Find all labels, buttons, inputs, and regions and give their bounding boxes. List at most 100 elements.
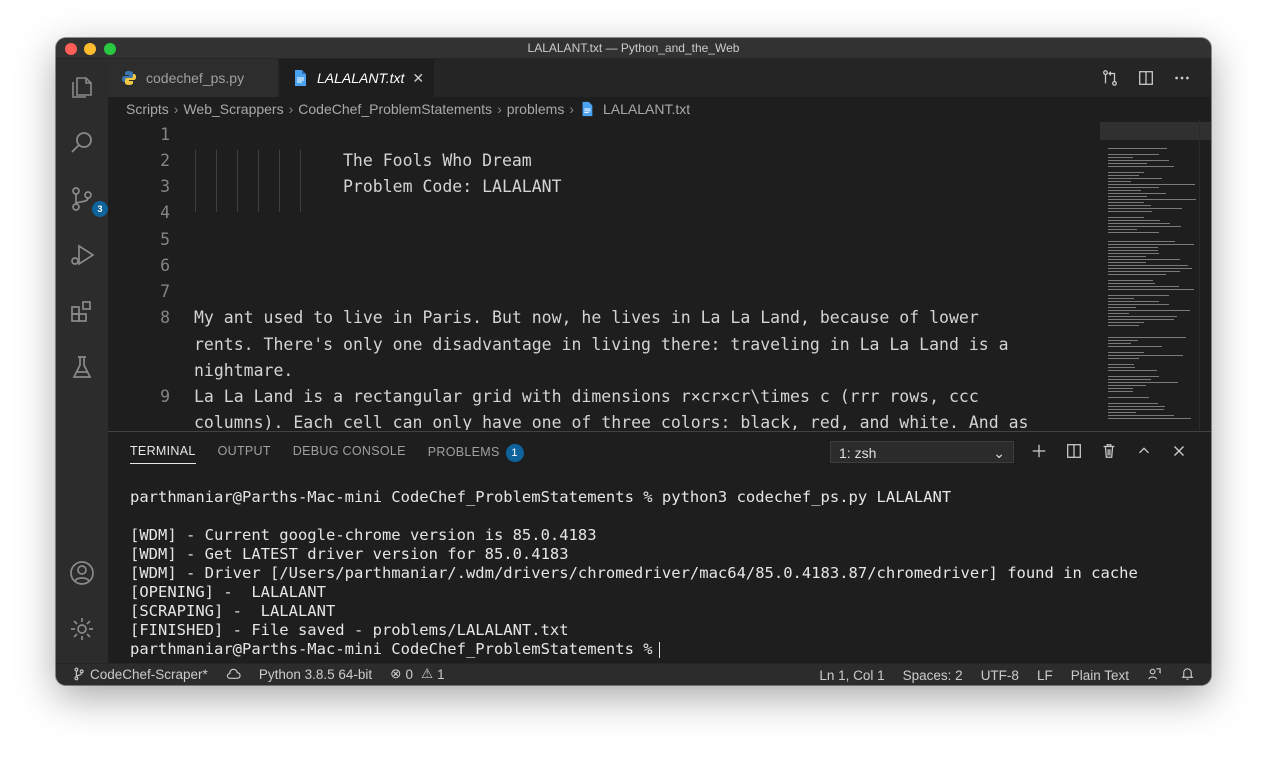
language-mode[interactable]: Plain Text bbox=[1071, 668, 1129, 683]
sync-status[interactable] bbox=[226, 667, 241, 682]
split-editor-icon[interactable] bbox=[1135, 67, 1157, 89]
minimap-line bbox=[1108, 253, 1159, 254]
terminal-line: parthmaniar@Parths-Mac-mini CodeChef_Pro… bbox=[130, 488, 952, 506]
indent-guide bbox=[237, 150, 238, 212]
minimap[interactable] bbox=[1100, 120, 1196, 430]
cursor-position[interactable]: Ln 1, Col 1 bbox=[819, 668, 884, 683]
code-line: La La Land is a rectangular grid with di… bbox=[194, 387, 979, 406]
encoding[interactable]: UTF-8 bbox=[981, 668, 1019, 683]
source-control-icon[interactable]: 3 bbox=[66, 183, 108, 217]
breadcrumb-item[interactable]: problems bbox=[507, 101, 565, 117]
more-actions-icon[interactable] bbox=[1171, 67, 1193, 89]
bottom-panel: TERMINAL OUTPUT DEBUG CONSOLE PROBLEMS 1 … bbox=[108, 431, 1211, 664]
end-of-line[interactable]: LF bbox=[1037, 668, 1053, 683]
terminal-select[interactable]: 1: zsh ⌄ bbox=[830, 441, 1014, 463]
tab-output[interactable]: OUTPUT bbox=[218, 444, 271, 464]
minimap-line bbox=[1108, 211, 1152, 212]
feedback-icon[interactable] bbox=[1147, 666, 1162, 684]
notifications-bell-icon[interactable] bbox=[1180, 666, 1195, 684]
minimap-line bbox=[1108, 271, 1180, 272]
tab-label: codechef_ps.py bbox=[146, 70, 245, 86]
minimap-line bbox=[1108, 166, 1174, 167]
editor-tabs: codechef_ps.py LALALANT.txt ✕ bbox=[108, 59, 1211, 97]
indentation[interactable]: Spaces: 2 bbox=[903, 668, 963, 683]
minimap-line bbox=[1108, 190, 1141, 191]
minimap-line bbox=[1108, 316, 1177, 317]
minimap-line bbox=[1108, 229, 1137, 230]
breadcrumb-item[interactable]: Scripts bbox=[126, 101, 169, 117]
indent-guide bbox=[258, 150, 259, 212]
minimap-line bbox=[1108, 406, 1165, 407]
text-file-icon bbox=[291, 69, 309, 87]
terminal-line: [WDM] - Current google-chrome version is… bbox=[130, 526, 597, 544]
python-file-icon bbox=[120, 69, 138, 87]
text-editor[interactable]: 1 2 3 4 5 6 7 8 9 The Fools Who Dream Pr… bbox=[108, 120, 1098, 430]
branch-status[interactable]: CodeChef-Scraper* bbox=[72, 667, 208, 682]
python-interpreter[interactable]: Python 3.8.5 64-bit bbox=[259, 667, 372, 682]
minimap-line bbox=[1108, 280, 1153, 281]
breadcrumb-item[interactable]: LALALANT.txt bbox=[603, 101, 690, 117]
breadcrumb: Scripts › Web_Scrappers › CodeChef_Probl… bbox=[126, 101, 690, 117]
minimap-line bbox=[1108, 337, 1186, 338]
editor-scrollbar[interactable] bbox=[1199, 120, 1211, 430]
code-line: nightmare. bbox=[194, 361, 294, 380]
minimap-line bbox=[1108, 283, 1155, 284]
breadcrumb-item[interactable]: Web_Scrappers bbox=[183, 101, 283, 117]
settings-gear-icon[interactable] bbox=[66, 613, 98, 645]
testing-icon[interactable] bbox=[66, 351, 98, 383]
minimap-line bbox=[1108, 295, 1169, 296]
error-count: 0 bbox=[405, 666, 413, 682]
minimap-line bbox=[1108, 358, 1139, 359]
tab-debug-console[interactable]: DEBUG CONSOLE bbox=[293, 444, 406, 464]
terminal-line: [SCRAPING] - LALALANT bbox=[130, 602, 336, 620]
minimap-line bbox=[1108, 376, 1159, 377]
search-icon[interactable] bbox=[66, 127, 98, 159]
extensions-icon[interactable] bbox=[66, 295, 98, 327]
maximize-panel-icon[interactable] bbox=[1133, 440, 1155, 462]
minimap-line bbox=[1108, 343, 1131, 344]
split-terminal-icon[interactable] bbox=[1063, 440, 1085, 462]
minimap-line bbox=[1108, 289, 1194, 290]
breadcrumb-item[interactable]: CodeChef_ProblemStatements bbox=[298, 101, 492, 117]
minimap-line bbox=[1108, 301, 1159, 302]
tab-label: LALALANT.txt bbox=[317, 70, 405, 86]
line-number: 2 bbox=[160, 151, 170, 170]
tab-lalalant-txt[interactable]: LALALANT.txt ✕ bbox=[279, 59, 434, 97]
terminal-line: [OPENING] - LALALANT bbox=[130, 583, 326, 601]
tab-problems[interactable]: PROBLEMS 1 bbox=[428, 444, 524, 464]
scm-badge: 3 bbox=[92, 201, 108, 217]
tab-codechef-ps-py[interactable]: codechef_ps.py bbox=[108, 59, 278, 97]
branch-name: CodeChef-Scraper* bbox=[90, 666, 208, 682]
minimap-line bbox=[1108, 148, 1167, 149]
minimap-line bbox=[1108, 286, 1179, 287]
terminal-line: [FINISHED] - File saved - problems/LALAL… bbox=[130, 621, 569, 639]
git-branch-icon bbox=[74, 667, 84, 681]
trash-icon[interactable] bbox=[1098, 440, 1120, 462]
explorer-icon[interactable] bbox=[66, 71, 98, 103]
account-icon[interactable] bbox=[66, 557, 98, 589]
close-panel-icon[interactable] bbox=[1168, 440, 1190, 462]
minimap-line bbox=[1108, 256, 1146, 257]
minimap-line bbox=[1108, 265, 1188, 266]
code-line: My ant used to live in Paris. But now, h… bbox=[194, 308, 979, 327]
chevron-down-icon: ⌄ bbox=[993, 445, 1005, 461]
minimap-line bbox=[1108, 382, 1178, 383]
minimap-line bbox=[1108, 178, 1162, 179]
open-changes-icon[interactable] bbox=[1099, 67, 1121, 89]
terminal-cursor bbox=[658, 641, 660, 658]
minimap-line bbox=[1108, 340, 1138, 341]
problems-status[interactable]: ⊗ 0 ⚠ 1 bbox=[390, 666, 444, 682]
terminal-prompt: parthmaniar@Parths-Mac-mini CodeChef_Pro… bbox=[130, 640, 653, 658]
run-debug-icon[interactable] bbox=[66, 239, 98, 271]
tab-close-icon[interactable]: ✕ bbox=[412, 70, 424, 87]
code-line: Problem Code: LALALANT bbox=[343, 177, 562, 196]
warning-count: 1 bbox=[437, 666, 445, 682]
minimap-line bbox=[1108, 175, 1139, 176]
minimap-line bbox=[1108, 403, 1158, 404]
terminal-output[interactable]: parthmaniar@Parths-Mac-mini CodeChef_Pro… bbox=[130, 488, 1138, 659]
text-file-icon bbox=[579, 101, 595, 117]
tab-terminal[interactable]: TERMINAL bbox=[130, 444, 196, 464]
cloud-sync-icon bbox=[226, 668, 241, 679]
new-terminal-icon[interactable] bbox=[1028, 440, 1050, 462]
minimap-slider[interactable] bbox=[1100, 122, 1211, 140]
